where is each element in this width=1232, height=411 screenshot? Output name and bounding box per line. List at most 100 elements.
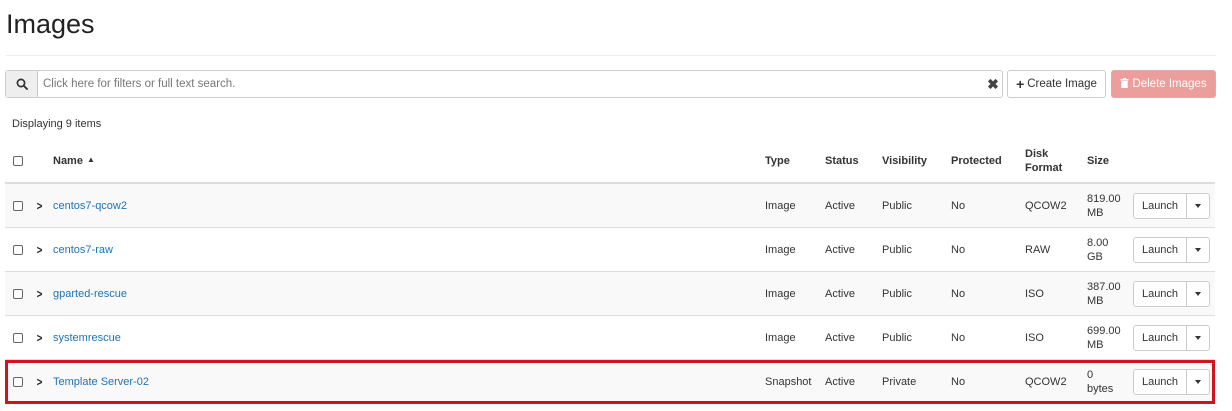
status-cell: Active (825, 375, 855, 388)
launch-button-group: Launch (1133, 280, 1210, 307)
image-name-link[interactable]: Template Server-02 (53, 375, 149, 389)
trash-icon (1120, 77, 1129, 91)
visibility-cell: Public (882, 331, 912, 344)
launch-button[interactable]: Launch (1134, 193, 1187, 218)
size-cell: 8.00 GB (1087, 228, 1129, 271)
image-name-link[interactable]: centos7-raw (53, 243, 113, 257)
row-checkbox-cell (13, 316, 23, 359)
status-cell: Active (825, 243, 855, 256)
actions-dropdown-toggle[interactable] (1187, 370, 1209, 394)
actions-dropdown-toggle[interactable] (1187, 238, 1209, 262)
row-checkbox[interactable] (13, 200, 23, 211)
chevron-down-icon (1195, 379, 1201, 384)
column-disk-format-line1: Disk (1025, 148, 1049, 160)
delete-images-button[interactable]: Delete Images (1111, 70, 1216, 98)
sort-ascending-icon: ▲ (86, 155, 95, 164)
expand-row-icon[interactable]: > (36, 184, 43, 227)
table-header: Name ▲ Type Status Visibility Protected … (5, 140, 1215, 184)
actions-cell: Launch (1133, 228, 1210, 271)
select-all-checkbox-cell (13, 140, 23, 182)
actions-dropdown-toggle[interactable] (1187, 282, 1209, 306)
column-name[interactable]: Name ▲ (53, 140, 95, 182)
column-type[interactable]: Type (765, 140, 790, 182)
page-title: Images (6, 9, 95, 39)
status-cell: Active (825, 199, 855, 212)
size-cell: 699.00 MB (1087, 316, 1129, 359)
size-cell: 387.00 MB (1087, 272, 1129, 315)
column-protected[interactable]: Protected (951, 140, 1002, 182)
launch-button-group: Launch (1133, 236, 1210, 263)
protected-cell: No (951, 199, 966, 212)
protected-cell: No (951, 287, 966, 300)
column-status[interactable]: Status (825, 140, 859, 182)
visibility-cell: Public (882, 243, 912, 256)
disk-format-cell: QCOW2 (1025, 375, 1067, 388)
status-cell: Active (825, 287, 855, 300)
launch-button-group: Launch (1133, 368, 1210, 395)
search-input[interactable] (38, 71, 973, 97)
item-count: Displaying 9 items (12, 118, 102, 130)
visibility-cell: Public (882, 199, 912, 212)
image-name-link[interactable]: systemrescue (53, 331, 121, 345)
table-row: > Template Server-02 Snapshot Active Pri… (5, 360, 1215, 404)
search-icon[interactable] (6, 71, 38, 97)
size-value: 387.00 (1087, 280, 1121, 293)
column-disk-format[interactable]: Disk Format (1025, 140, 1062, 182)
size-value: 8.00 (1087, 236, 1109, 249)
disk-format-cell: QCOW2 (1025, 199, 1067, 212)
actions-cell: Launch (1133, 272, 1210, 315)
status-cell: Active (825, 331, 855, 344)
launch-button-group: Launch (1133, 324, 1210, 351)
chevron-down-icon (1195, 291, 1201, 296)
select-all-checkbox[interactable] (13, 156, 23, 166)
close-icon[interactable]: ✖ (984, 71, 1002, 97)
launch-button[interactable]: Launch (1134, 369, 1187, 394)
chevron-down-icon (1195, 335, 1201, 340)
actions-dropdown-toggle[interactable] (1187, 194, 1209, 218)
column-size[interactable]: Size (1087, 140, 1109, 182)
expand-row-icon[interactable]: > (36, 228, 43, 271)
expand-row-icon[interactable]: > (36, 272, 43, 315)
table-row: > centos7-raw Image Active Public No RAW… (5, 228, 1215, 272)
launch-button[interactable]: Launch (1134, 237, 1187, 262)
row-checkbox[interactable] (13, 288, 23, 299)
expand-row-icon[interactable]: > (36, 316, 43, 359)
size-value: 0 (1087, 368, 1094, 381)
size-unit: GB (1087, 250, 1103, 263)
row-checkbox[interactable] (13, 332, 23, 343)
chevron-down-icon (1195, 247, 1201, 252)
search-bar: ✖ (5, 70, 1003, 98)
size-value: 699.00 (1087, 324, 1121, 337)
table-row: > gparted-rescue Image Active Public No … (5, 272, 1215, 316)
launch-button[interactable]: Launch (1134, 281, 1187, 306)
expand-row-icon[interactable]: > (36, 360, 43, 403)
size-unit: bytes (1087, 382, 1114, 395)
images-table: Name ▲ Type Status Visibility Protected … (5, 140, 1215, 404)
disk-format-cell: ISO (1025, 331, 1044, 344)
type-cell: Image (765, 331, 796, 344)
type-cell: Image (765, 243, 796, 256)
table-row: > centos7-qcow2 Image Active Public No Q… (5, 184, 1215, 228)
row-checkbox[interactable] (13, 244, 23, 255)
visibility-cell: Public (882, 287, 912, 300)
image-name-link[interactable]: gparted-rescue (53, 287, 127, 301)
image-name-link[interactable]: centos7-qcow2 (53, 199, 127, 213)
protected-cell: No (951, 375, 966, 388)
actions-dropdown-toggle[interactable] (1187, 326, 1209, 350)
row-checkbox-cell (13, 228, 23, 271)
launch-button[interactable]: Launch (1134, 325, 1187, 350)
size-cell: 0 bytes (1087, 360, 1129, 403)
size-unit: MB (1087, 294, 1104, 307)
size-value: 819.00 (1087, 192, 1121, 205)
row-checkbox-cell (13, 360, 23, 403)
row-checkbox-cell (13, 272, 23, 315)
delete-images-label: Delete Images (1132, 78, 1207, 90)
create-image-button[interactable]: + Create Image (1007, 70, 1106, 98)
title-divider (6, 55, 1216, 56)
row-checkbox[interactable] (13, 376, 23, 387)
image-name-cell: centos7-raw (53, 228, 113, 271)
size-unit: MB (1087, 206, 1104, 219)
column-visibility[interactable]: Visibility (882, 140, 927, 182)
actions-cell: Launch (1133, 316, 1210, 359)
disk-format-cell: ISO (1025, 287, 1044, 300)
